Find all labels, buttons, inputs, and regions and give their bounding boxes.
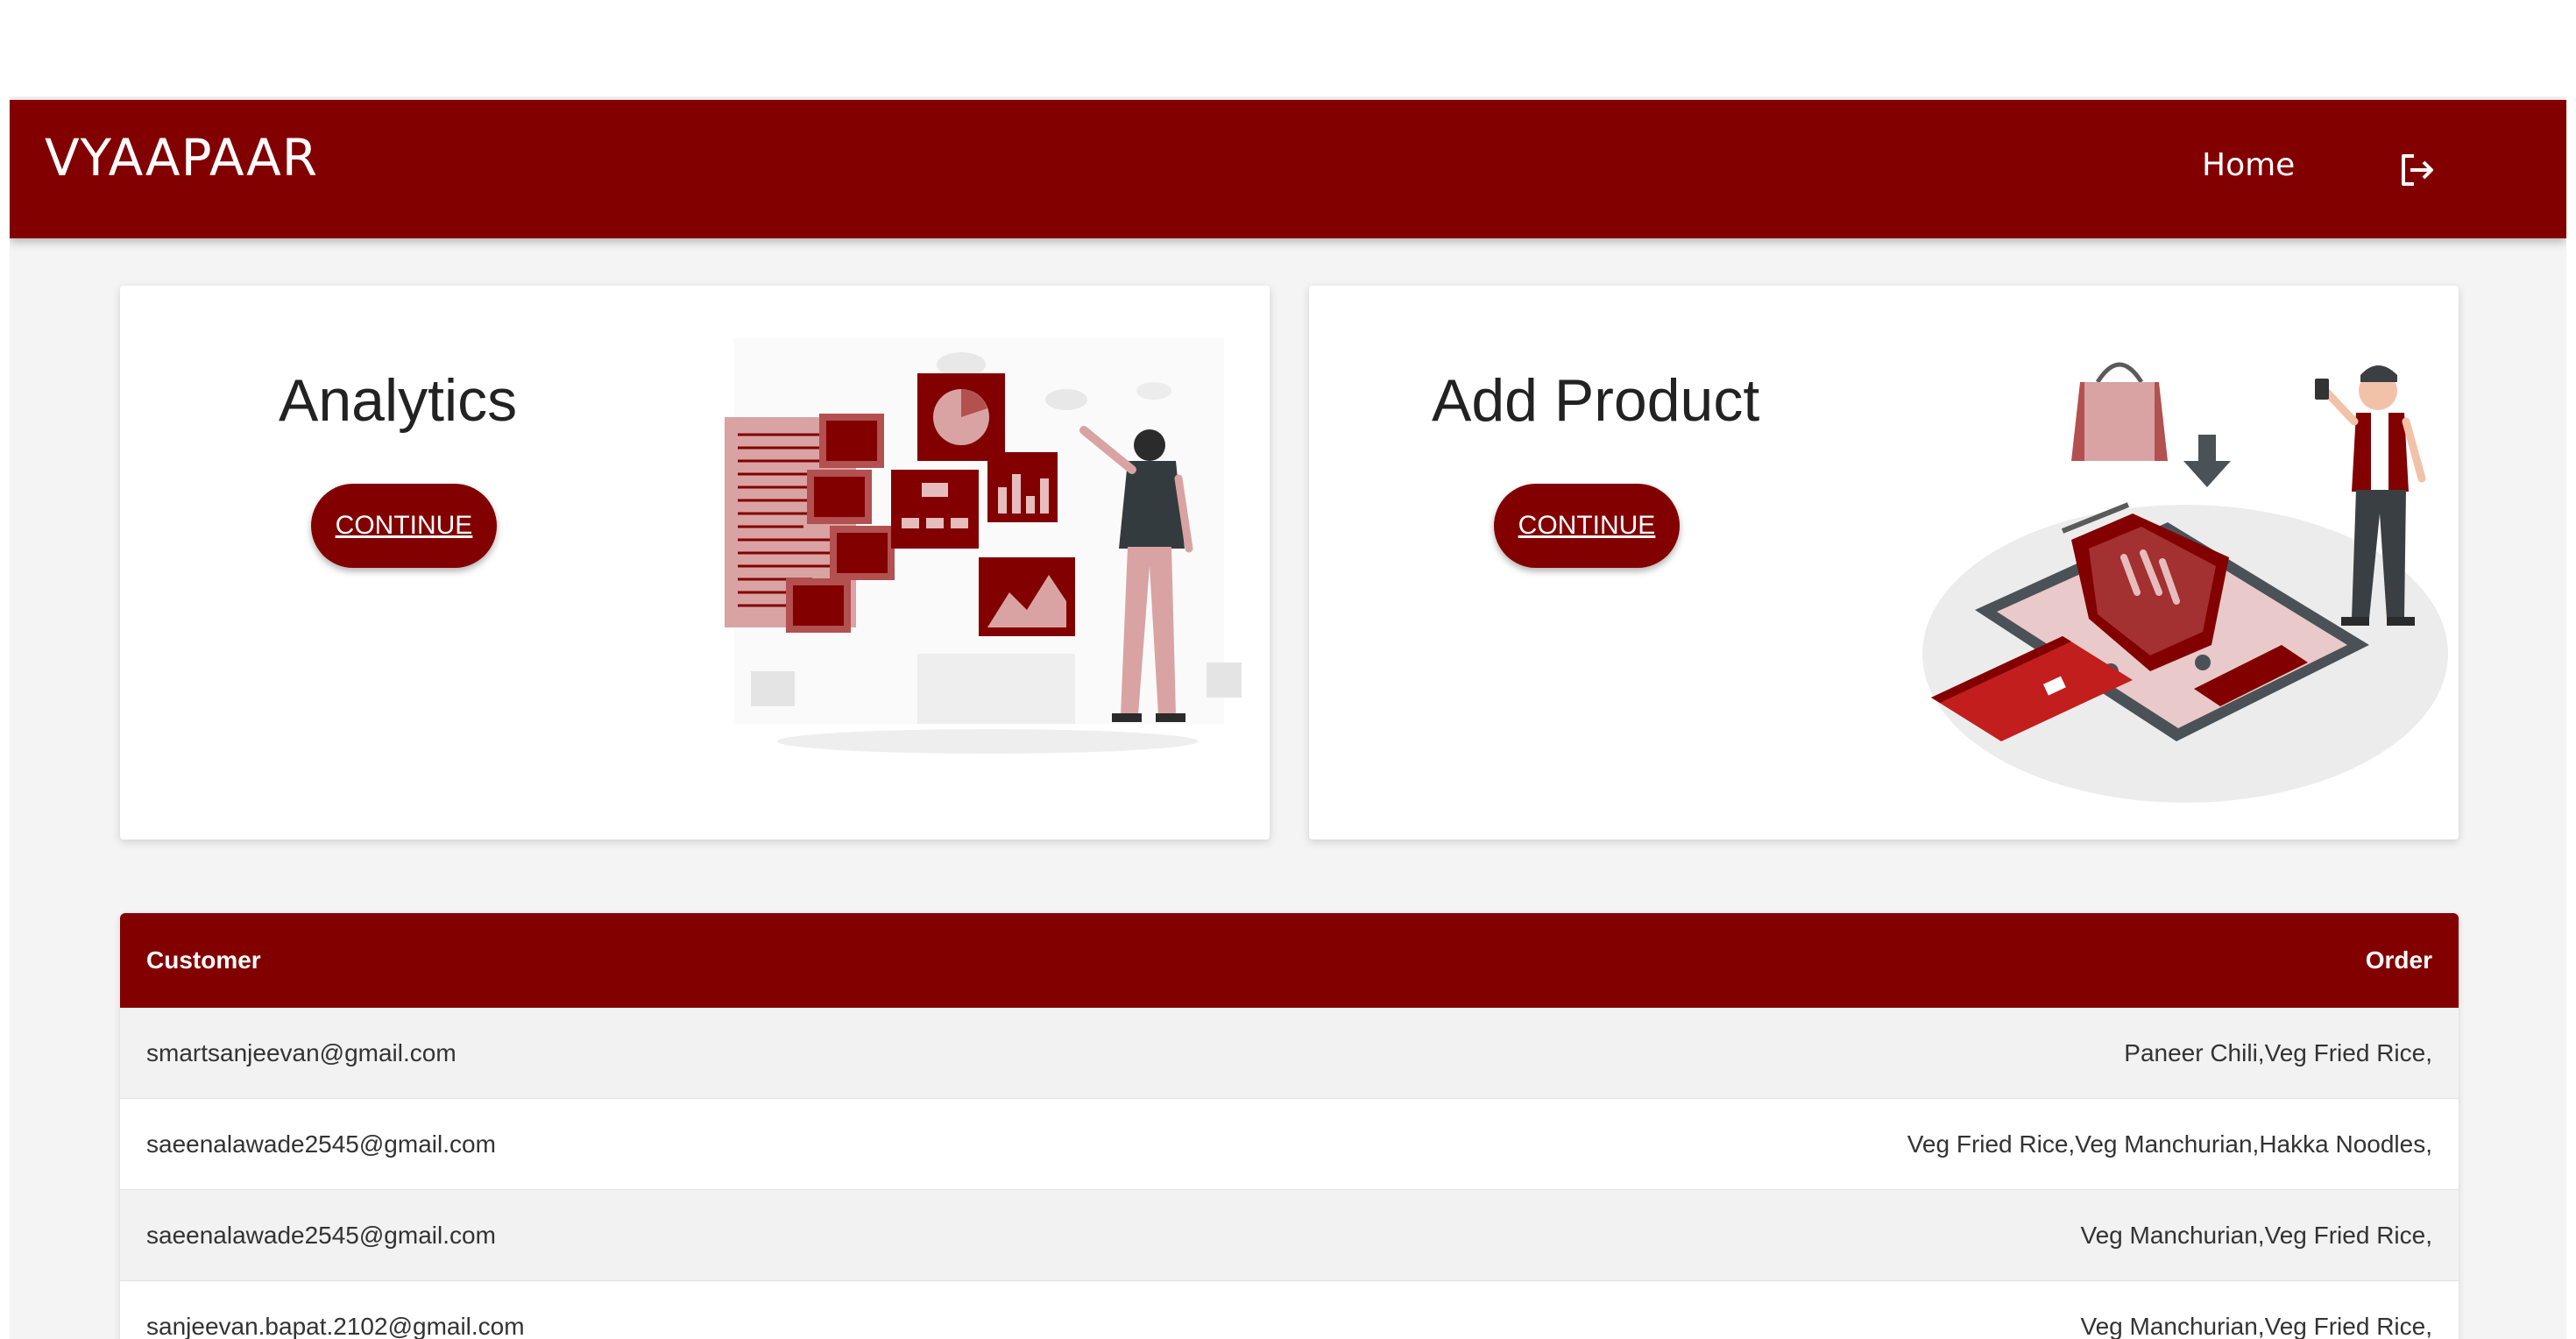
add-product-card: Add Product CONTINUE [1309,286,2459,840]
header-customer: Customer [146,946,261,974]
table-row: saeenalawade2545@gmail.com Veg Manchuria… [120,1190,2459,1281]
table-header: Customer Order [120,913,2459,1008]
cell-order: Veg Manchurian,Veg Fried Rice, [2080,1221,2432,1249]
brand-logo[interactable]: VYAAPAAR [45,128,318,188]
cell-customer: smartsanjeevan@gmail.com [146,1038,456,1066]
table-row: saeenalawade2545@gmail.com Veg Fried Ric… [120,1099,2459,1190]
navbar: VYAAPAAR Home [10,100,2566,238]
table-row: sanjeevan.bapat.2102@gmail.com Veg Manch… [120,1281,2459,1339]
cell-order: Paneer Chili,Veg Fried Rice, [2124,1038,2432,1066]
analytics-illustration [698,338,1268,776]
add-product-continue-button[interactable]: CONTINUE [1494,484,1680,568]
cell-customer: saeenalawade2545@gmail.com [146,1130,496,1158]
analytics-card-title: Analytics [279,367,518,434]
logout-icon[interactable] [2395,147,2440,193]
header-order: Order [2365,946,2432,974]
analytics-card: Analytics CONTINUE [120,286,1270,840]
shopping-cart-illustration [1914,329,2457,820]
orders-table: Customer Order smartsanjeevan@gmail.com … [120,913,2459,1339]
cell-customer: saeenalawade2545@gmail.com [146,1221,496,1249]
add-product-card-title: Add Product [1432,367,1760,434]
cell-customer: sanjeevan.bapat.2102@gmail.com [146,1312,525,1339]
nav-home-link[interactable]: Home [2202,147,2295,183]
cell-order: Veg Fried Rice,Veg Manchurian,Hakka Nood… [1907,1130,2432,1158]
app-viewport: VYAAPAAR Home Analytics CONTINUE Add Pro… [10,96,2566,1339]
cell-order: Veg Manchurian,Veg Fried Rice, [2080,1312,2432,1339]
table-row: smartsanjeevan@gmail.com Paneer Chili,Ve… [120,1008,2459,1099]
analytics-continue-button[interactable]: CONTINUE [311,484,497,568]
